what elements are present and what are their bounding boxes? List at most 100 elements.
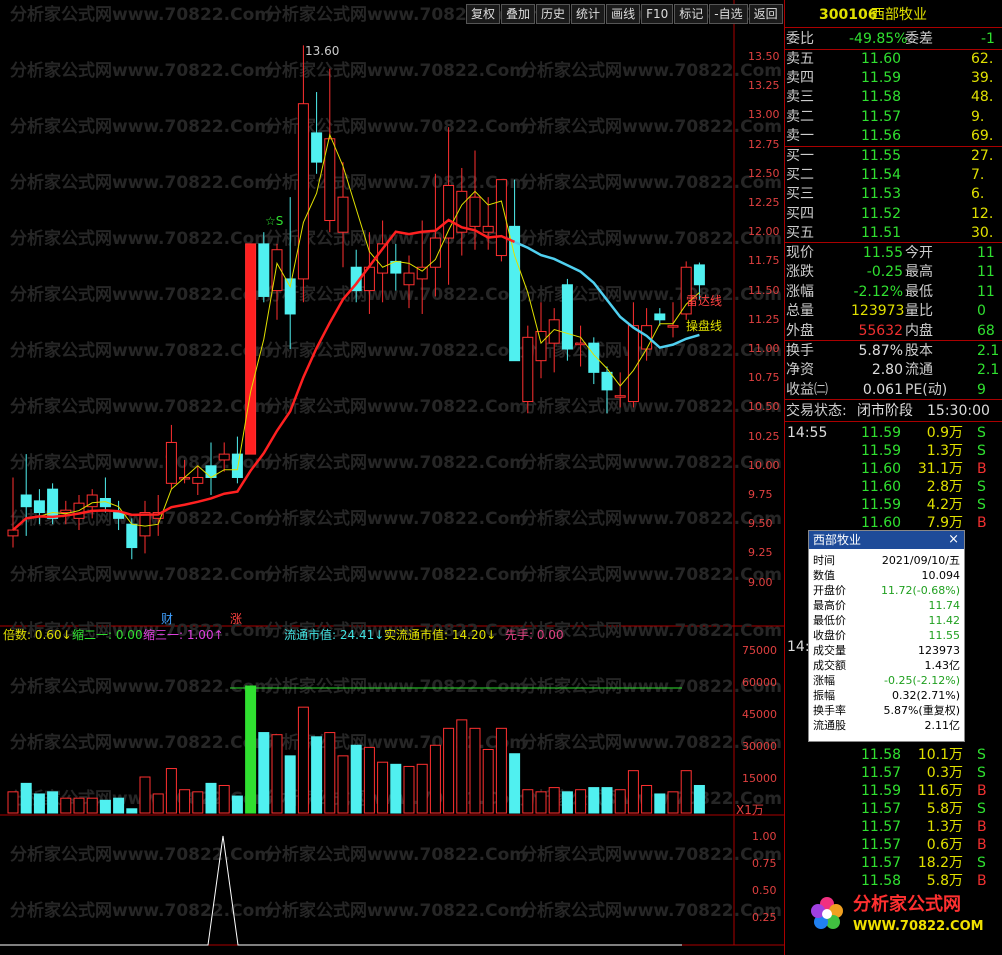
- volume-unit: X1万: [736, 803, 764, 817]
- ask-row: 卖四 11.59 39.: [785, 69, 1002, 87]
- ask-price: 11.60: [861, 51, 902, 67]
- watermark-text: 分析家公式网www.70822.Com: [520, 284, 782, 305]
- price-tick: 10.00: [748, 458, 780, 472]
- volume-tick: 30000: [742, 740, 777, 753]
- quote-row: 总量 123973 量比 0: [785, 302, 1002, 320]
- price-tick: 12.00: [748, 225, 780, 239]
- volume-bar: [258, 732, 270, 814]
- candle-body: [403, 272, 415, 286]
- toolbar-button-0[interactable]: 复权: [466, 4, 501, 24]
- watermark-text: 分析家公式网www.70822.Com: [265, 340, 527, 361]
- volume-bar: [20, 782, 32, 814]
- tick-cell: 11.57: [861, 801, 902, 817]
- candle-body: [575, 342, 587, 346]
- candle-body: [548, 319, 560, 344]
- quote-cell: -2.12%: [853, 283, 903, 300]
- candle-body: [469, 196, 481, 227]
- quote-cell: 2.1: [977, 362, 1000, 379]
- watermark-text: 分析家公式网www.70822.Com: [265, 508, 527, 529]
- volume-bar: [654, 793, 666, 814]
- quote-cell: 换手: [786, 343, 814, 359]
- volume-bar: [627, 770, 639, 814]
- toolbar-button-5[interactable]: F10: [641, 4, 674, 24]
- tick-cell: S: [977, 425, 986, 441]
- volume-bar: [297, 706, 309, 814]
- candle-body: [601, 371, 613, 391]
- volume-bar: [641, 784, 653, 814]
- toolbar-button-4[interactable]: 画线: [606, 4, 641, 24]
- watermark-text: 分析家公式网www.70822.Com: [10, 676, 272, 697]
- popup-cell: 2.11亿: [924, 719, 961, 732]
- quote-cell: 涨幅: [786, 283, 814, 300]
- volume-bar: [192, 791, 204, 814]
- price-tick: 11.25: [748, 312, 780, 326]
- tick-cell: S: [977, 801, 986, 817]
- price-tick: 13.00: [748, 108, 780, 122]
- quote-cell: 11.55: [862, 245, 903, 261]
- bid-volume: 7.: [971, 167, 985, 184]
- close-icon[interactable]: ×: [948, 532, 959, 547]
- volume-bar: [509, 753, 521, 814]
- toolbar-button-6[interactable]: 标记: [674, 4, 709, 24]
- candlestick-chart[interactable]: 分析家公式网www.70822.Com分析家公式网www.70822.Com分析…: [0, 0, 784, 955]
- watermark-text: 分析家公式网www.70822.Com: [10, 172, 272, 193]
- watermark-text: 分析家公式网www.70822.Com: [10, 340, 272, 361]
- logo-text: 分析家公式网: [853, 893, 961, 915]
- volume-bar: [416, 763, 428, 814]
- toolbar-button-7[interactable]: -自选: [709, 4, 748, 24]
- candle-body: [482, 225, 494, 233]
- price-tick: 12.50: [748, 166, 780, 180]
- quote-row: 换手 5.87% 股本 2.1: [785, 342, 1002, 360]
- data-popup[interactable]: 西部牧业 × 时间 2021/09/10/五 数值 10.094 开盘价 11.72(-0…: [808, 530, 965, 742]
- candle-body: [165, 441, 177, 484]
- toolbar-button-2[interactable]: 历史: [536, 4, 571, 24]
- ask-price: 11.56: [861, 127, 902, 144]
- popup-cell: 流通股: [813, 719, 846, 732]
- volume-bar: [403, 765, 415, 814]
- price-tick: 11.00: [748, 342, 780, 355]
- tick-cell: 4.2万: [926, 497, 963, 513]
- indicator-label: 缩二一: 0.00: [72, 628, 143, 642]
- volume-bar: [47, 791, 59, 814]
- toolbar-button-1[interactable]: 叠加: [501, 4, 536, 24]
- popup-cell: 振幅: [813, 689, 835, 702]
- tick-row: 11.57 0.6万 B: [785, 836, 1002, 854]
- tick-cell: 0.9万: [926, 425, 963, 441]
- quote-cell: 今开: [905, 245, 933, 261]
- tick-cell: 18.2万: [917, 855, 963, 871]
- tick-row: 11.59 4.2万 S: [785, 496, 1002, 514]
- price-tick: 9.25: [748, 546, 773, 560]
- bid-row: 买四 11.52 12.: [785, 205, 1002, 223]
- bid-row: 买三 11.53 6.: [785, 185, 1002, 203]
- ask-volume: 62.: [971, 51, 994, 67]
- candle-body: [33, 500, 45, 514]
- bid-price: 11.51: [861, 224, 902, 241]
- volume-bar: [231, 795, 243, 814]
- ask-row: 卖二 11.57 9.: [785, 108, 1002, 126]
- indicator-tick: 0.50: [752, 884, 777, 897]
- tick-row: 11.60 31.1万 B: [785, 460, 1002, 478]
- tick-cell: 2.8万: [926, 479, 963, 495]
- quote-row: 现价 11.55 今开 11: [785, 244, 1002, 262]
- volume-bar: [377, 761, 389, 814]
- popup-cell: 成交额: [813, 659, 846, 672]
- ask-label: 卖二: [786, 108, 814, 125]
- quote-cell: 内盘: [905, 322, 933, 339]
- volume-bar: [561, 791, 573, 814]
- price-tick: 12.75: [748, 137, 780, 151]
- stock-name: 西部牧业: [871, 7, 927, 23]
- watermark-text: 分析家公式网www.70822.Com: [265, 844, 527, 865]
- bid-price: 11.55: [861, 148, 902, 164]
- tick-cell: B: [977, 461, 987, 477]
- tick-cell: 0.3万: [926, 765, 963, 781]
- ask-volume: 39.: [971, 70, 994, 87]
- indicator-label: 倍数: 0.60↓: [3, 628, 72, 642]
- tick-cell: 11.59: [861, 783, 902, 799]
- volume-bar: [324, 732, 336, 814]
- tick-row: 11.57 1.3万 B: [785, 818, 1002, 836]
- popup-cell: 开盘价: [813, 584, 846, 597]
- logo-url: WWW.70822.COM: [853, 919, 984, 934]
- toolbar-button-3[interactable]: 统计: [571, 4, 606, 24]
- quote-cell: 最低: [905, 283, 933, 300]
- volume-bar: [245, 685, 257, 814]
